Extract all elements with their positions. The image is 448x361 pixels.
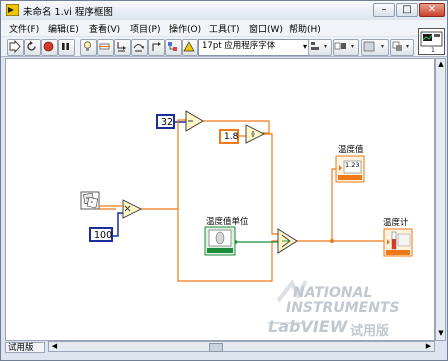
menu-edit[interactable]: 编辑(E) <box>48 22 79 35</box>
temp-unit-switch-terminal[interactable] <box>204 226 238 256</box>
abort-button[interactable] <box>41 39 58 56</box>
title-bar[interactable]: 未命名 1.vi 程序框图 – □ ✕ <box>1 1 447 19</box>
close-button[interactable]: ✕ <box>419 3 445 17</box>
chevron-down-icon: ▾ <box>302 42 307 51</box>
constant-100[interactable]: 100 <box>89 227 113 242</box>
resize-objects-icon <box>363 41 384 52</box>
run-continuously-icon <box>27 41 36 51</box>
scroll-down-arrow-icon[interactable]: ▼ <box>437 329 445 339</box>
resize-objects-button[interactable] <box>361 39 389 56</box>
retain-wire-values-icon <box>99 43 110 50</box>
menu-tools[interactable]: 工具(T) <box>209 22 240 35</box>
svg-text:1: 1 <box>431 47 435 54</box>
window-title: 未命名 1.vi 程序框图 <box>23 7 113 18</box>
maximize-button[interactable]: □ <box>396 3 418 17</box>
temp-value-label: 温度值 <box>338 145 364 155</box>
vertical-scrollbar[interactable]: ▲ ▼ <box>435 58 446 341</box>
scroll-thumb[interactable] <box>209 343 223 352</box>
step-into-button[interactable] <box>114 39 131 56</box>
font-select-value: 17pt 应用程序字体 <box>202 41 276 51</box>
constant-1-8[interactable]: 1.8 <box>219 129 239 144</box>
run-continuously-button[interactable] <box>24 39 41 56</box>
run-arrow-icon <box>9 39 21 54</box>
status-label: 试用版 <box>5 342 45 353</box>
thermometer-label: 温度计 <box>383 218 409 228</box>
highlight-execution-button[interactable] <box>80 39 97 56</box>
reorder-button[interactable] <box>390 39 414 56</box>
step-over-icon <box>133 43 144 52</box>
menu-operate[interactable]: 操作(O) <box>169 22 201 35</box>
subtract-node[interactable] <box>185 110 204 132</box>
distribute-objects-button[interactable] <box>333 39 359 56</box>
watermark-instruments: INSTRUMENTS <box>286 300 400 316</box>
step-out-icon <box>152 42 161 51</box>
minimize-button[interactable]: – <box>373 3 395 17</box>
reorder-icon <box>392 41 409 51</box>
labview-app-icon <box>6 4 19 16</box>
divide-node[interactable] <box>245 124 266 144</box>
multiply-node[interactable] <box>122 199 143 219</box>
align-objects-icon <box>311 42 327 50</box>
temp-value-indicator-terminal[interactable] <box>335 155 365 183</box>
abort-stop-icon <box>43 41 54 52</box>
clean-up-diagram-button[interactable] <box>165 39 182 56</box>
scroll-right-arrow-icon[interactable]: ▶ <box>424 342 433 351</box>
vi-icon-graphic: 1 <box>420 31 443 54</box>
warning-button[interactable] <box>182 39 198 56</box>
menu-view[interactable]: 查看(V) <box>89 22 120 35</box>
step-into-icon <box>117 42 126 52</box>
scroll-left-arrow-icon[interactable]: ◀ <box>50 342 59 351</box>
lightbulb-icon <box>83 41 92 51</box>
toolbar: 17pt 应用程序字体 ▾ <box>1 37 447 57</box>
indicator-value-text: 1.23 <box>345 161 360 169</box>
watermark-national: NATIONAL <box>293 285 373 301</box>
pause-button[interactable] <box>58 39 75 56</box>
step-over-button[interactable] <box>131 39 148 56</box>
font-select[interactable]: 17pt 应用程序字体 ▾ <box>198 39 310 56</box>
select-node[interactable] <box>277 228 298 254</box>
horizontal-scrollbar[interactable]: ◀ ▶ <box>48 341 435 352</box>
menu-file[interactable]: 文件(F) <box>9 22 39 35</box>
pause-icon <box>62 43 69 50</box>
align-objects-button[interactable] <box>308 39 332 56</box>
vi-connector-icon[interactable]: 1 <box>418 28 445 55</box>
menu-help[interactable]: 帮助(H) <box>289 22 321 35</box>
constant-32[interactable]: 32 <box>156 114 175 129</box>
menu-window[interactable]: 窗口(W) <box>249 22 283 35</box>
step-out-button[interactable] <box>148 39 165 56</box>
block-diagram-canvas[interactable]: 32 1.8 100 温度值单位 温度值 温度计 1.23 NATIONAL I… <box>5 58 435 341</box>
menu-project[interactable]: 项目(P) <box>130 22 160 35</box>
scroll-up-arrow-icon[interactable]: ▲ <box>437 60 445 70</box>
retain-wire-values-button[interactable] <box>97 39 114 56</box>
watermark-trial: 试用版 <box>350 324 390 339</box>
thermometer-indicator-terminal[interactable] <box>383 228 413 257</box>
watermark-labview: LabVIEW <box>268 317 348 336</box>
run-arrow-button[interactable] <box>7 39 24 56</box>
menu-bar: 文件(F) 编辑(E) 查看(V) 项目(P) 操作(O) 工具(T) 窗口(W… <box>1 20 447 36</box>
warning-triangle-icon <box>183 41 195 52</box>
clean-up-icon <box>168 42 177 51</box>
temp-unit-label: 温度值单位 <box>206 217 249 227</box>
random-number-node[interactable] <box>80 191 123 210</box>
distribute-objects-icon <box>334 42 354 50</box>
